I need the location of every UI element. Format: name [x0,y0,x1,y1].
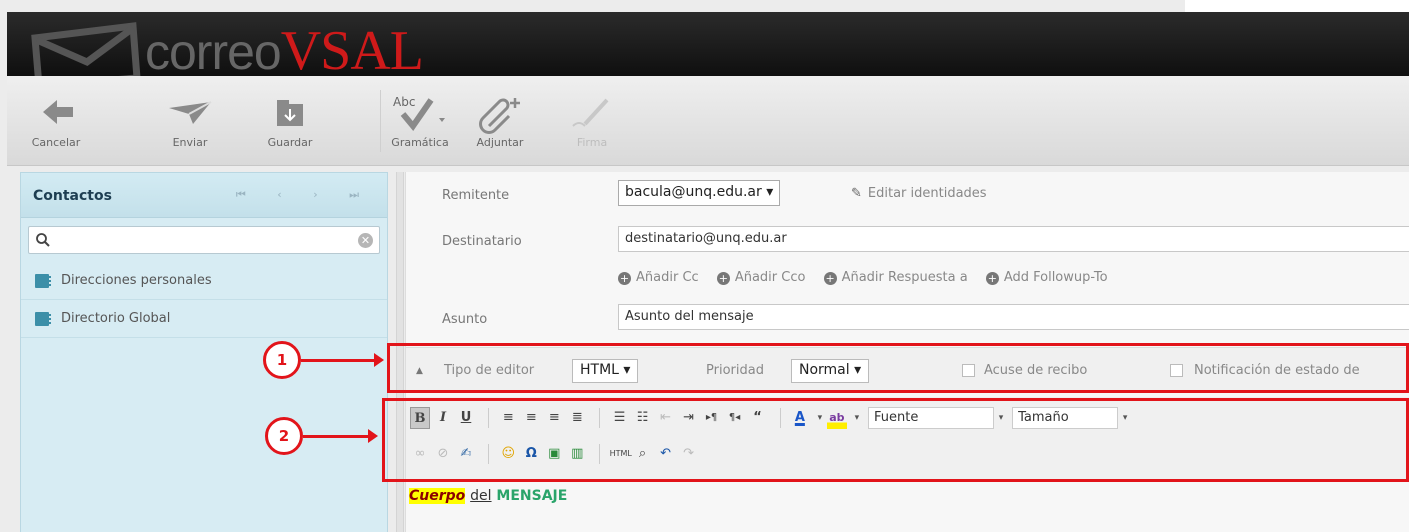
compose-toolbar: Cancelar Enviar Guardar Abc Gramática Ad… [7,76,1409,166]
add-cc-link[interactable]: + Añadir Cc [618,270,699,285]
attach-button[interactable]: Adjuntar [465,92,535,149]
to-field[interactable]: destinatario@unq.edu.ar [618,226,1409,252]
send-label: Enviar [172,136,208,149]
add-cc-label: Añadir Cc [636,270,699,285]
annotation-arrow-2 [303,429,378,443]
save-button[interactable]: Guardar [255,92,325,149]
plus-icon: + [716,272,730,285]
signature-label: Firma [576,136,608,149]
annotation-arrow-1 [301,353,384,367]
edit-identities-label: Editar identidades [867,186,987,201]
from-label: Remitente [442,188,510,203]
app-logo[interactable]: correoVSAL [145,23,424,76]
annotation-box-2 [382,398,1409,482]
message-body[interactable]: Cuerpo del MENSAJE [409,488,567,504]
annotation-marker-1: 1 [263,341,301,379]
address-book-label: Direcciones personales [61,273,212,288]
spellcheck-label: Gramática [391,136,449,149]
attach-label: Adjuntar [476,136,524,149]
add-replyto-link[interactable]: + Añadir Respuesta a [823,270,968,285]
spellcheck-button[interactable]: Abc Gramática [385,92,455,149]
plus-icon: + [618,272,631,285]
body-word-1: Cuerpo [409,488,466,504]
body-word-2: del [470,488,492,504]
body-word-3: MENSAJE [496,488,568,504]
top-margin-white [1185,0,1409,12]
add-header-links: + Añadir Cc + Añadir Cco + Añadir Respuesta… [618,270,1122,285]
edit-identities-link[interactable]: ✎ Editar identidades [851,186,987,201]
contacts-header: Contactos ⏮ ‹ › ⏭ [21,173,387,218]
clear-search-icon[interactable]: ✕ [358,233,373,248]
to-label: Destinatario [442,234,522,249]
plus-icon: + [985,272,999,285]
arrow-left-icon [43,100,73,124]
contacts-title: Contactos [33,188,112,204]
address-book-global[interactable]: Directorio Global [21,300,387,338]
logo-part-vsal: VSAL [280,20,424,76]
signature-pen-icon [572,98,609,127]
send-button[interactable]: Enviar [155,92,225,149]
address-book-icon [35,312,51,326]
spell-badge: Abc [393,95,415,109]
add-bcc-link[interactable]: + Añadir Cco [716,270,806,285]
envelope-logo-icon [31,22,141,76]
address-book-icon [35,274,51,288]
contacts-search-input[interactable]: ✕ [28,226,380,254]
plus-icon: + [823,272,837,285]
pencil-icon: ✎ [851,186,862,201]
signature-button[interactable]: Firma [567,92,617,149]
cancel-label: Cancelar [31,136,81,149]
subject-field[interactable]: Asunto del mensaje [618,304,1409,330]
add-bcc-label: Añadir Cco [734,270,806,285]
add-followupto-link[interactable]: + Add Followup-To [985,270,1108,285]
from-select[interactable]: bacula@unq.edu.ar ▾ [618,180,781,206]
address-book-personal[interactable]: Direcciones personales [21,262,387,300]
contacts-panel: Contactos ⏮ ‹ › ⏭ ✕ Direcciones personal… [20,172,388,532]
search-icon [36,233,50,247]
subject-label: Asunto [442,312,488,327]
logo-part-correo: correo [145,24,282,76]
add-followupto-label: Add Followup-To [1003,270,1108,285]
app-header: correoVSAL [7,12,1409,76]
annotation-marker-2: 2 [265,417,303,455]
add-replyto-label: Añadir Respuesta a [841,270,968,285]
contacts-pager[interactable]: ⏮ ‹ › ⏭ [236,188,373,202]
annotation-box-1 [387,343,1409,393]
top-margin [0,0,1409,12]
cancel-button[interactable]: Cancelar [21,92,91,149]
save-label: Guardar [267,136,313,149]
paper-plane-icon [169,101,212,124]
save-folder-icon [277,100,303,126]
paperclip-plus-icon [479,98,520,134]
toolbar-separator [380,90,381,152]
spellcheck-icon: Abc [393,95,445,131]
address-book-label: Directorio Global [61,311,171,326]
